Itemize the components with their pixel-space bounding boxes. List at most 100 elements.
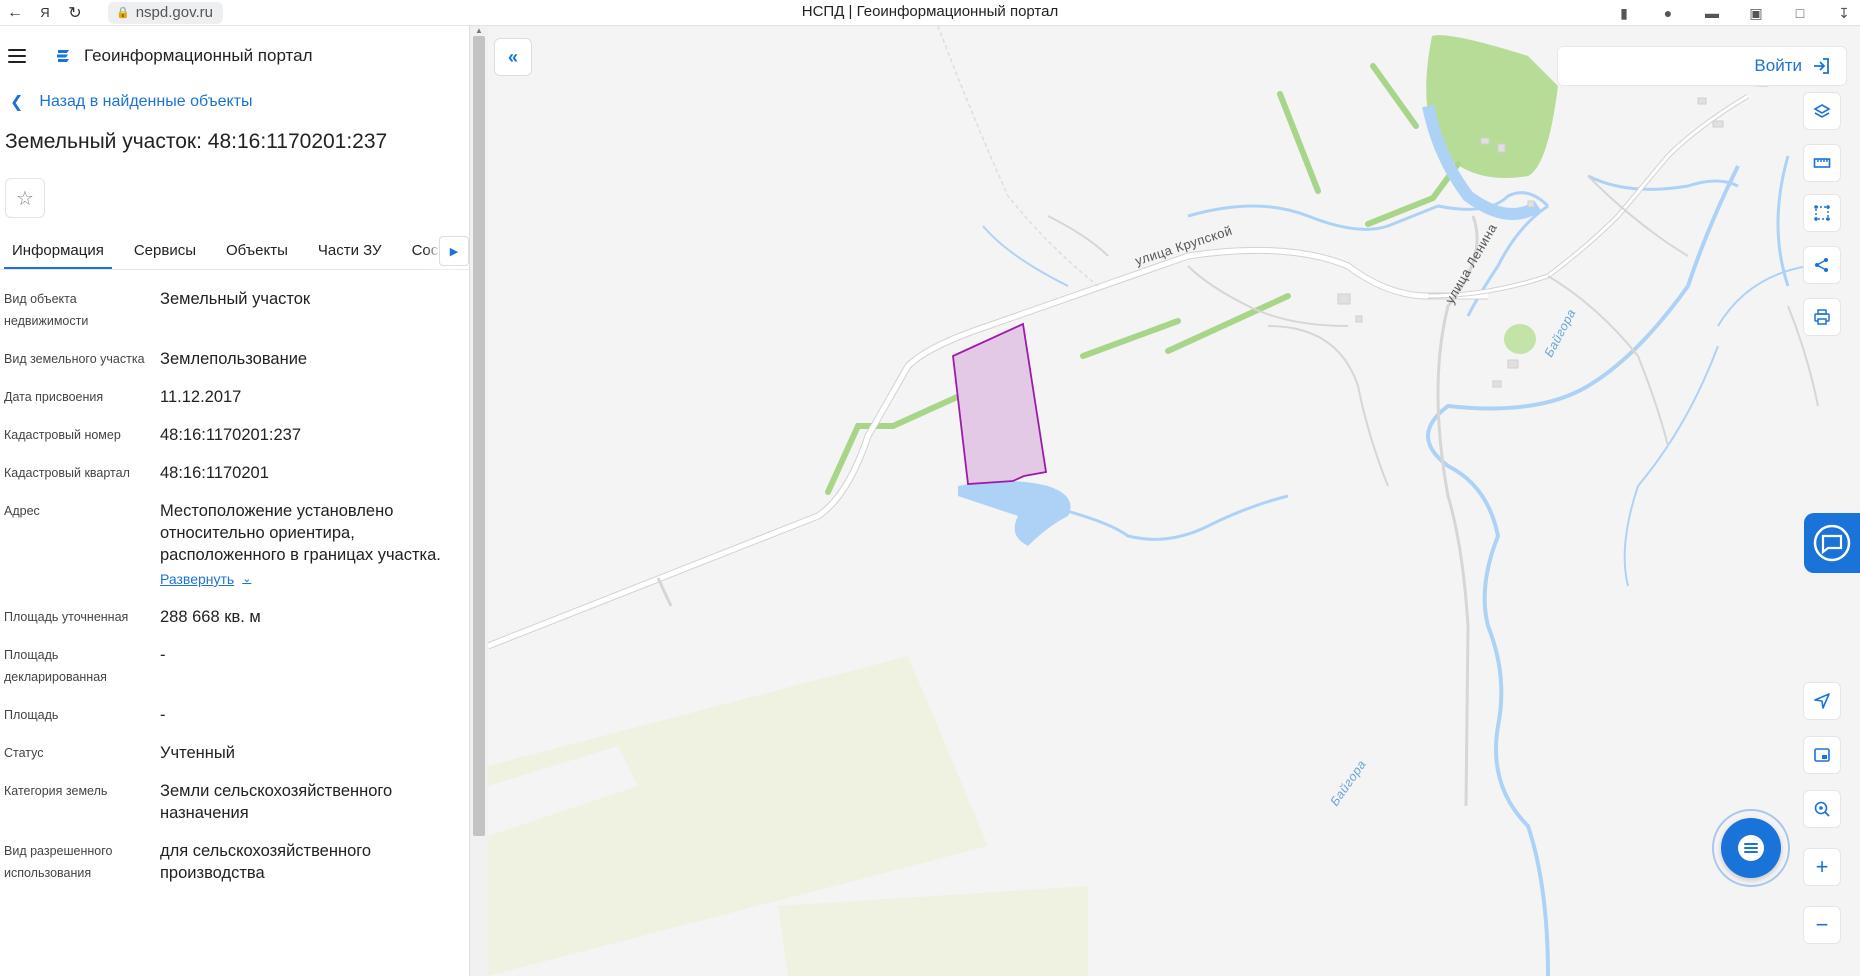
roads xyxy=(488,65,1819,807)
login-icon xyxy=(1814,58,1829,74)
extension-icon[interactable]: ▬ xyxy=(1702,3,1722,23)
locate-icon xyxy=(1814,693,1830,709)
back-icon[interactable]: ← xyxy=(0,2,30,24)
track xyxy=(937,26,1099,287)
portal-logo-icon xyxy=(57,50,69,62)
property-label: Статус xyxy=(4,746,44,760)
print-button[interactable] xyxy=(1803,298,1841,336)
feedback-icon xyxy=(1813,524,1851,562)
tabs-bar: Информация Сервисы Объекты Части ЗУ Сост… xyxy=(0,232,469,270)
property-row: Категория земель Земли сельскохозяйствен… xyxy=(0,780,469,824)
property-row: Адрес Местоположение установлено относит… xyxy=(0,500,469,590)
triangle-right-icon: ▶ xyxy=(449,245,459,258)
tab-services[interactable]: Сервисы xyxy=(126,232,204,269)
property-row: Дата присвоения 11.12.2017 xyxy=(0,386,469,408)
plus-icon: + xyxy=(1815,854,1829,879)
print-icon xyxy=(1814,309,1830,325)
browser-toolbar: ← Я ↻ 🔒 nspd.gov.ru НСПД | Геоинформацио… xyxy=(0,0,1860,26)
property-value: 11.12.2017 xyxy=(160,388,242,406)
tab-parts[interactable]: Части ЗУ xyxy=(310,232,390,269)
extension-icon[interactable]: ▣ xyxy=(1746,3,1766,23)
property-row: Площадь - xyxy=(0,704,469,726)
property-label: Площадь xyxy=(4,708,59,722)
property-row: Кадастровый номер 48:16:1170201:237 xyxy=(0,424,469,446)
tab-objects[interactable]: Объекты xyxy=(218,232,296,269)
park-area xyxy=(1504,324,1536,354)
chevron-left-icon: ❮ xyxy=(10,94,24,111)
field-area xyxy=(778,886,1088,976)
property-label: Дата присвоения xyxy=(4,390,104,404)
select-area-button[interactable] xyxy=(1803,194,1841,232)
minimap-button[interactable] xyxy=(1803,736,1841,774)
property-value: Учтенный xyxy=(160,744,235,762)
menu-icon[interactable] xyxy=(8,49,26,63)
property-value: - xyxy=(160,646,166,664)
chat-button[interactable] xyxy=(1712,809,1790,887)
scroll-up-icon[interactable]: ▲ xyxy=(475,26,483,35)
address-value-block: Местоположение установлено относительно … xyxy=(160,500,460,590)
login-button[interactable]: Войти xyxy=(1557,46,1847,86)
portal-name: Геоинформационный портал xyxy=(84,46,313,65)
zoom-in-button[interactable]: + xyxy=(1803,848,1841,886)
property-row: Статус Учтенный xyxy=(0,742,469,764)
share-button[interactable] xyxy=(1803,246,1841,284)
yandex-icon[interactable]: Я xyxy=(30,2,60,24)
lock-icon: 🔒 xyxy=(116,7,130,19)
lake xyxy=(958,481,1071,546)
extension-icon[interactable]: ● xyxy=(1658,3,1678,23)
reload-icon[interactable]: ↻ xyxy=(60,2,90,24)
property-value: Земли сельскохозяйственного назначения xyxy=(160,782,393,822)
layers-button[interactable] xyxy=(1803,92,1841,130)
tab-title: НСПД | Геоинформационный портал xyxy=(801,3,1059,20)
locate-button[interactable] xyxy=(1803,682,1841,720)
extension-icon[interactable]: □ xyxy=(1790,3,1810,23)
feedback-button[interactable] xyxy=(1804,513,1860,573)
layers-icon xyxy=(1813,104,1831,118)
property-value: 48:16:1170201 xyxy=(160,464,269,482)
property-row: Площадь декларированная - xyxy=(0,644,469,688)
share-icon xyxy=(1815,258,1828,272)
map-drawing xyxy=(488,26,1819,976)
chat-pulse-ring xyxy=(1712,809,1790,887)
property-label: Кадастровый квартал xyxy=(4,466,130,480)
panel-scrollbar[interactable]: ▲ xyxy=(470,26,488,976)
properties-list: Вид объекта недвижимости Земельный участ… xyxy=(0,270,469,884)
back-link-label: Назад в найденные объекты xyxy=(39,93,253,110)
tab-information[interactable]: Информация xyxy=(4,232,112,269)
property-label: Вид разрешенного использования xyxy=(4,844,113,880)
rivers xyxy=(982,104,1809,976)
zoom-out-button[interactable]: − xyxy=(1803,906,1841,944)
address-text: nspd.gov.ru xyxy=(135,4,213,21)
property-label: Вид земельного участка xyxy=(4,352,145,366)
info-panel: Геоинформационный портал ❮ Назад в найде… xyxy=(0,26,470,976)
property-label: Категория земель xyxy=(4,784,108,798)
land-parcel xyxy=(952,322,1048,485)
property-value: 48:16:1170201:237 xyxy=(160,426,301,444)
double-chevron-left-icon: « xyxy=(507,46,518,67)
property-label: Вид объекта недвижимости xyxy=(4,292,89,328)
expand-link[interactable]: Развернуть ⌄ xyxy=(160,568,251,590)
select-area-icon xyxy=(1814,205,1830,221)
property-value: для сельскохозяйственного производства xyxy=(160,842,372,882)
ruler-icon xyxy=(1813,158,1831,168)
property-row: Вид земельного участка Землепользование xyxy=(0,348,469,370)
bookmark-icon[interactable]: ▮ xyxy=(1614,3,1634,23)
property-row: Вид разрешенного использования для сельс… xyxy=(0,840,469,884)
scrollbar-thumb[interactable] xyxy=(473,36,485,836)
map-canvas[interactable]: улица Крупской улица Ленина Байгора Байг… xyxy=(488,26,1860,976)
pin-search-button[interactable] xyxy=(1803,790,1841,828)
address-bar[interactable]: 🔒 nspd.gov.ru xyxy=(108,1,223,24)
download-icon[interactable]: ↧ xyxy=(1834,3,1854,23)
property-label: Площадь декларированная xyxy=(4,648,107,684)
property-value: Землепользование xyxy=(160,350,308,368)
panel-header: Геоинформационный портал xyxy=(0,26,469,86)
tabs-scroll-right-button[interactable]: ▶ xyxy=(439,236,469,266)
favorite-star-button[interactable]: ☆ xyxy=(5,178,45,218)
ruler-button[interactable] xyxy=(1803,144,1841,182)
property-label: Площадь уточненная xyxy=(4,610,129,624)
property-label: Кадастровый номер xyxy=(4,428,121,442)
collapse-panel-button[interactable]: « xyxy=(494,38,532,76)
back-to-results-link[interactable]: ❮ Назад в найденные объекты xyxy=(0,86,469,118)
property-row: Кадастровый квартал 48:16:1170201 xyxy=(0,462,469,484)
page-title: Земельный участок: 48:16:1170201:237 xyxy=(5,130,388,153)
